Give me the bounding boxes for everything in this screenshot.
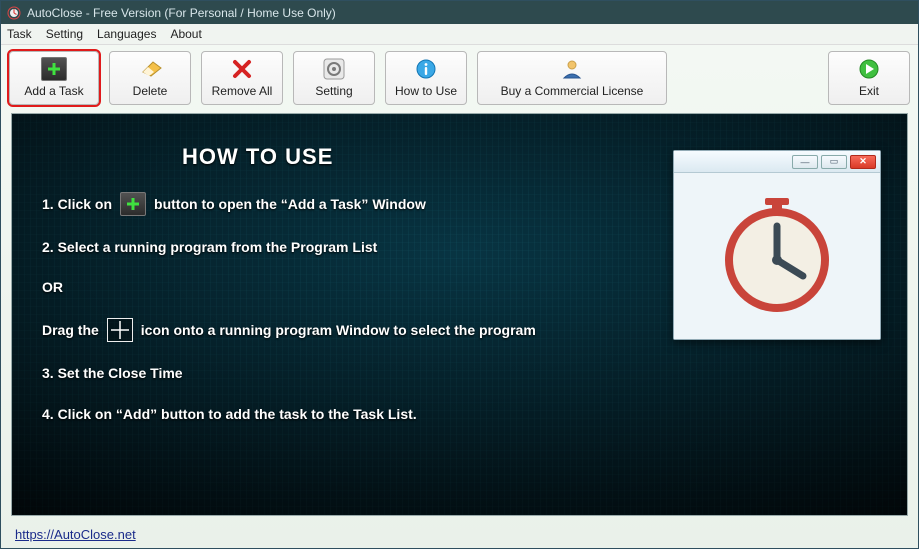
menu-task[interactable]: Task — [7, 27, 32, 41]
close-icon: ✕ — [850, 155, 876, 169]
buy-license-button[interactable]: Buy a Commercial License — [477, 51, 667, 105]
setting-button[interactable]: Setting — [293, 51, 375, 105]
toolbar-spacer — [677, 51, 818, 105]
gear-icon — [320, 58, 348, 80]
eraser-icon — [136, 58, 164, 80]
remove-all-label: Remove All — [212, 84, 273, 98]
howto-panel: HOW TO USE 1. Click on button to open th… — [11, 113, 908, 516]
howto-drag-a: Drag the — [42, 321, 99, 339]
menu-setting[interactable]: Setting — [46, 27, 83, 41]
x-icon — [228, 58, 256, 80]
howto-step-4: 4. Click on “Add” button to add the task… — [42, 405, 877, 423]
toolbar: Add a Task Delete Remove All — [1, 45, 918, 109]
how-to-use-label: How to Use — [395, 84, 457, 98]
delete-label: Delete — [133, 84, 168, 98]
titlebar: AutoClose - Free Version (For Personal /… — [1, 1, 918, 24]
website-link[interactable]: https://AutoClose.net — [15, 527, 136, 542]
crosshair-icon — [107, 318, 133, 342]
setting-label: Setting — [315, 84, 352, 98]
exit-button[interactable]: Exit — [828, 51, 910, 105]
howto-step1-a: 1. Click on — [42, 195, 112, 213]
buy-license-label: Buy a Commercial License — [501, 84, 644, 98]
titlebar-text: AutoClose - Free Version (For Personal /… — [27, 6, 336, 20]
plus-icon — [120, 192, 146, 216]
footer: https://AutoClose.net — [1, 520, 918, 548]
plus-icon — [40, 58, 68, 80]
minimize-icon: — — [792, 155, 818, 169]
exit-label: Exit — [859, 84, 879, 98]
user-icon — [558, 58, 586, 80]
delete-button[interactable]: Delete — [109, 51, 191, 105]
menu-about[interactable]: About — [170, 27, 201, 41]
remove-all-button[interactable]: Remove All — [201, 51, 283, 105]
exit-icon — [855, 58, 883, 80]
add-task-label: Add a Task — [24, 84, 83, 98]
app-icon — [7, 6, 21, 20]
info-icon — [412, 58, 440, 80]
illustration-titlebar: — ▭ ✕ — [674, 151, 880, 173]
howto-step1-b: button to open the “Add a Task” Window — [154, 195, 426, 213]
menu-languages[interactable]: Languages — [97, 27, 156, 41]
howto-drag-b: icon onto a running program Window to se… — [141, 321, 536, 339]
menubar: Task Setting Languages About — [1, 24, 918, 45]
howto-step-3: 3. Set the Close Time — [42, 364, 877, 382]
maximize-icon: ▭ — [821, 155, 847, 169]
app-window: AutoClose - Free Version (For Personal /… — [0, 0, 919, 549]
how-to-use-button[interactable]: How to Use — [385, 51, 467, 105]
illustration-body — [674, 173, 880, 339]
illustration-window: — ▭ ✕ — [673, 150, 881, 340]
add-task-button[interactable]: Add a Task — [9, 51, 99, 105]
clock-icon — [717, 196, 837, 316]
